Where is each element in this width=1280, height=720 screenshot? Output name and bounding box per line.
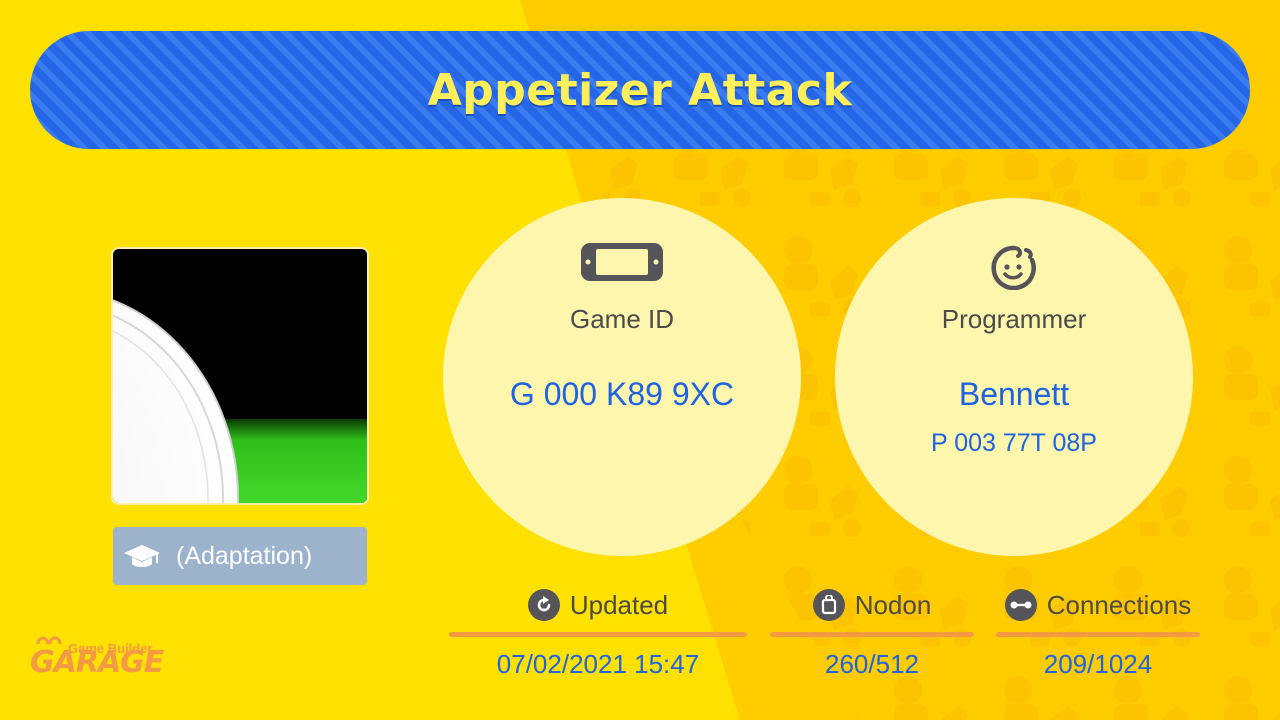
connections-value: 209/1024 bbox=[1043, 649, 1153, 679]
connections-label: Connections bbox=[1046, 589, 1192, 620]
programmer-name: Bennett bbox=[958, 376, 1070, 412]
refresh-icon bbox=[527, 589, 560, 621]
game-title: Appetizer Attack bbox=[427, 64, 853, 116]
updated-value: 07/02/2021 15:47 bbox=[496, 649, 700, 679]
game-builder-garage-logo: Game Builder GARAGE bbox=[28, 632, 168, 684]
nodon-divider bbox=[770, 632, 974, 637]
connection-icon bbox=[1004, 589, 1037, 621]
nodon-label: Nodon bbox=[854, 589, 932, 620]
adaptation-badge[interactable]: (Adaptation) bbox=[113, 527, 367, 585]
game-id-label: Game ID bbox=[569, 304, 675, 334]
nodon-value: 260/512 bbox=[825, 649, 919, 679]
game-id-value: G 000 K89 9XC bbox=[509, 376, 735, 412]
nodon-stat: Nodon 260/512 bbox=[770, 588, 974, 688]
game-thumbnail bbox=[111, 247, 369, 505]
adaptation-label: (Adaptation) bbox=[176, 541, 313, 570]
programmer-id: P 003 77T 08P bbox=[931, 429, 1097, 457]
updated-label: Updated bbox=[569, 589, 669, 620]
programmer-label: Programmer bbox=[941, 304, 1087, 334]
updated-divider bbox=[449, 632, 747, 637]
child-face-icon bbox=[986, 242, 1042, 294]
connections-stat: Connections 209/1024 bbox=[996, 588, 1200, 688]
title-banner: Appetizer Attack bbox=[30, 31, 1250, 149]
console-icon bbox=[580, 242, 664, 286]
connections-divider bbox=[996, 632, 1200, 637]
graduation-cap-icon bbox=[123, 541, 161, 571]
nodon-bag-icon bbox=[812, 589, 845, 621]
updated-stat: Updated 07/02/2021 15:47 bbox=[449, 588, 747, 688]
programmer-panel: Programmer Bennett P 003 77T 08P bbox=[835, 198, 1193, 556]
game-id-panel: Game ID G 000 K89 9XC bbox=[443, 198, 801, 556]
logo-big-text: GARAGE bbox=[30, 645, 164, 680]
